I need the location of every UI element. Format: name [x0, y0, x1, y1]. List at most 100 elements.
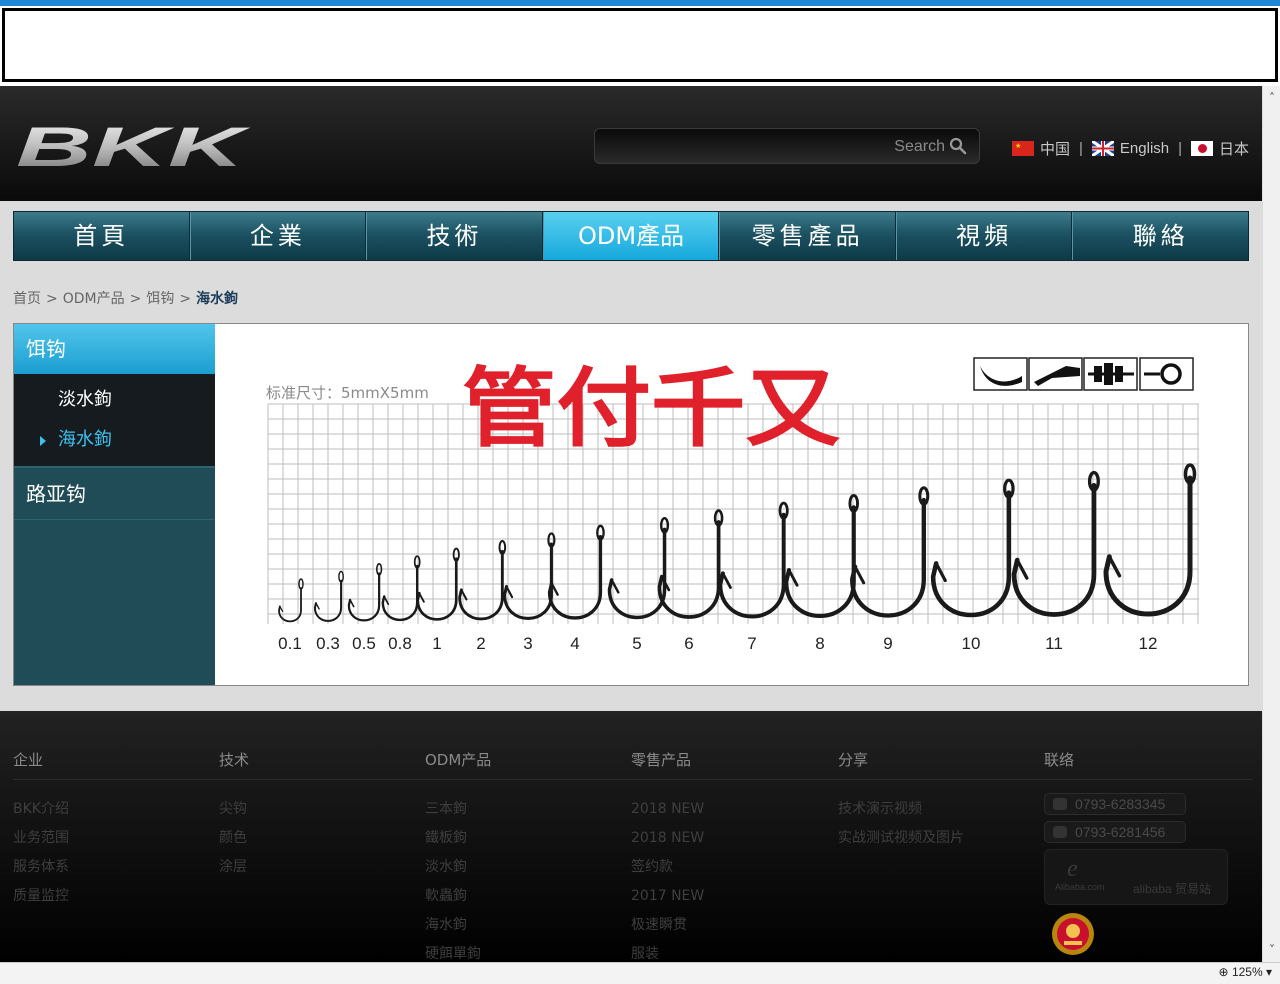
triangle-bullet-icon	[40, 436, 46, 446]
footer-link[interactable]: 硬餌單鉤	[425, 940, 491, 962]
hook-mark	[607, 527, 667, 620]
footer-link[interactable]: 业务范围	[13, 824, 69, 853]
sidebar-item-label: 海水鉤	[58, 429, 112, 450]
nav-item-technology[interactable]: 技術	[366, 212, 543, 260]
nav-item-videos[interactable]: 視頻	[895, 212, 1073, 260]
footer-link[interactable]: 2018 NEW	[631, 824, 704, 853]
uk-flag-icon[interactable]	[1091, 140, 1114, 156]
footer-link[interactable]: 服装	[631, 940, 704, 962]
browser-address-area[interactable]	[2, 8, 1278, 82]
footer-link[interactable]: 三本鉤	[425, 795, 491, 824]
footer-link[interactable]: 鐵板鉤	[425, 824, 491, 853]
footer-heading: 技术	[219, 751, 250, 769]
hook-mark	[503, 542, 553, 620]
page-viewport: BKK Search ★ 中国 | English | 日本 首頁 企業 技術 …	[0, 86, 1262, 962]
footer-link[interactable]: 海水鉤	[425, 911, 491, 940]
footer-link[interactable]: 涂层	[219, 853, 249, 882]
fax-number[interactable]: 0793-6281456	[1044, 821, 1186, 843]
sidebar-item-freshwater[interactable]: 淡水鉤	[14, 388, 215, 428]
zoom-level[interactable]: ⊕ 125% ▾	[1219, 965, 1272, 979]
footer-heading: 企业	[13, 751, 44, 769]
nav-item-odm-products[interactable]: ODM產品	[542, 212, 720, 260]
search-input[interactable]: Search	[594, 128, 980, 164]
sidebar-sublist: 淡水鉤 海水鉤	[14, 374, 215, 466]
breadcrumb-bait-hooks[interactable]: 饵钩	[146, 291, 174, 307]
feature-icons	[973, 357, 1194, 391]
footer-link[interactable]: 2018 NEW	[631, 795, 704, 824]
hook-barb	[1107, 555, 1122, 578]
footer-link[interactable]: 质量监控	[13, 882, 69, 911]
hook-mark	[1103, 475, 1193, 617]
browser-top-accent	[0, 0, 1280, 6]
browser-status-bar: ⊕ 125% ▾	[0, 962, 1280, 984]
hook-mark	[1011, 482, 1097, 617]
jp-flag-icon[interactable]	[1191, 140, 1214, 156]
scroll-down-icon[interactable]: ˅	[1266, 944, 1278, 956]
alibaba-label: alibaba 贸易站	[1133, 882, 1212, 896]
hook-mark	[347, 572, 381, 622]
size-label: 10	[962, 634, 981, 653]
footer-heading: 分享	[838, 751, 869, 769]
phone-number[interactable]: 0793-6283345	[1044, 793, 1186, 815]
footer-link[interactable]: 尖钩	[219, 795, 249, 824]
size-labels: 0.1 0.3 0.5 0.8 1 2 3 4 5 6 7 8 9 10 11 12	[278, 634, 1157, 653]
breadcrumb: 首页 > ODM产品 > 饵钩 > 海水鉤	[13, 288, 238, 308]
lang-chinese[interactable]: 中国	[1040, 138, 1070, 159]
size-label: 5	[632, 634, 641, 653]
footer-link[interactable]: 軟蟲鉤	[425, 882, 491, 911]
footer-link[interactable]: 淡水鉤	[425, 853, 491, 882]
footer-col-company: 企业 BKK介绍 业务范围 服务体系 质量监控	[13, 749, 69, 911]
cn-flag-icon[interactable]: ★	[1012, 140, 1034, 156]
breadcrumb-separator: >	[179, 291, 192, 307]
sidebar-item-label: 淡水鉤	[58, 389, 112, 410]
hook-size-chart-image: 标准尺寸：5mmX5mm 管付千又 0.1 0.3 0.5 0.8 1 2 3 4 5 6 7 8 9 1…	[216, 324, 1248, 685]
nav-item-home[interactable]: 首頁	[14, 212, 190, 260]
vertical-scrollbar[interactable]: ˄ ˅	[1262, 86, 1280, 962]
zoom-value: 125%	[1231, 965, 1263, 979]
size-label: 0.3	[316, 634, 340, 653]
footer-link[interactable]: 服务体系	[13, 853, 69, 882]
footer-link[interactable]: 颜色	[219, 824, 249, 853]
size-label: 0.5	[352, 634, 376, 653]
nav-item-company[interactable]: 企業	[189, 212, 367, 260]
footer-col-share: 分享 技术演示视频 实战测试视频及图片	[838, 749, 964, 853]
fax-text: 0793-6281456	[1075, 824, 1166, 840]
bkk-logo[interactable]: BKK	[14, 120, 250, 172]
nav-item-retail-products[interactable]: 零售產品	[719, 212, 896, 260]
alibaba-badge[interactable]: e Alibaba.com alibaba 贸易站	[1044, 849, 1228, 905]
lang-separator: |	[1178, 139, 1183, 157]
chart-title: 管付千又	[462, 359, 840, 459]
product-panel: 饵钩 淡水鉤 海水鉤 路亚钩 标准尺寸：5mmX5mm 管付千又 0.1 0.3 0…	[13, 323, 1249, 686]
search-icon[interactable]	[949, 137, 967, 155]
size-label: 9	[883, 634, 892, 653]
breadcrumb-odm[interactable]: ODM产品	[63, 291, 125, 307]
sidebar-item-saltwater[interactable]: 海水鉤	[14, 428, 215, 468]
site-footer: 企业 BKK介绍 业务范围 服务体系 质量监控 技术 尖钩 颜色 涂层 ODM产…	[0, 711, 1262, 962]
footer-link[interactable]: 极速瞬贯	[631, 911, 704, 940]
footer-link[interactable]: 签约款	[631, 853, 704, 882]
lang-japanese[interactable]: 日本	[1219, 138, 1249, 159]
size-label: 11	[1045, 634, 1063, 653]
breadcrumb-separator: >	[46, 291, 58, 307]
lang-english[interactable]: English	[1120, 140, 1169, 157]
category-sidebar: 饵钩 淡水鉤 海水鉤 路亚钩	[14, 324, 215, 685]
phone-text: 0793-6283345	[1075, 796, 1166, 812]
hook-barb	[279, 605, 284, 612]
nav-item-contact[interactable]: 聯絡	[1072, 212, 1248, 260]
footer-link[interactable]: BKK介绍	[13, 795, 69, 824]
site-header: BKK Search ★ 中国 | English | 日本	[0, 86, 1262, 201]
size-label: 8	[815, 634, 824, 653]
size-label: 4	[570, 634, 579, 653]
alibaba-logo-icon: e	[1067, 856, 1078, 882]
footer-link[interactable]: 实战测试视频及图片	[838, 824, 964, 853]
police-emblem-icon[interactable]	[1050, 911, 1096, 957]
main-nav: 首頁 企業 技術 ODM產品 零售產品 視頻 聯絡	[13, 211, 1249, 261]
breadcrumb-home[interactable]: 首页	[13, 291, 41, 307]
footer-link[interactable]: 2017 NEW	[631, 882, 704, 911]
footer-col-retail: 零售产品 2018 NEW 2018 NEW 签约款 2017 NEW 极速瞬贯…	[631, 749, 704, 962]
footer-link[interactable]: 技术演示视频	[838, 795, 964, 824]
sidebar-item-lure-hooks[interactable]: 路亚钩	[14, 466, 215, 520]
footer-col-technology: 技术 尖钩 颜色 涂层	[219, 749, 249, 882]
scroll-up-icon[interactable]: ˄	[1266, 92, 1278, 104]
sidebar-heading[interactable]: 饵钩	[14, 324, 215, 374]
